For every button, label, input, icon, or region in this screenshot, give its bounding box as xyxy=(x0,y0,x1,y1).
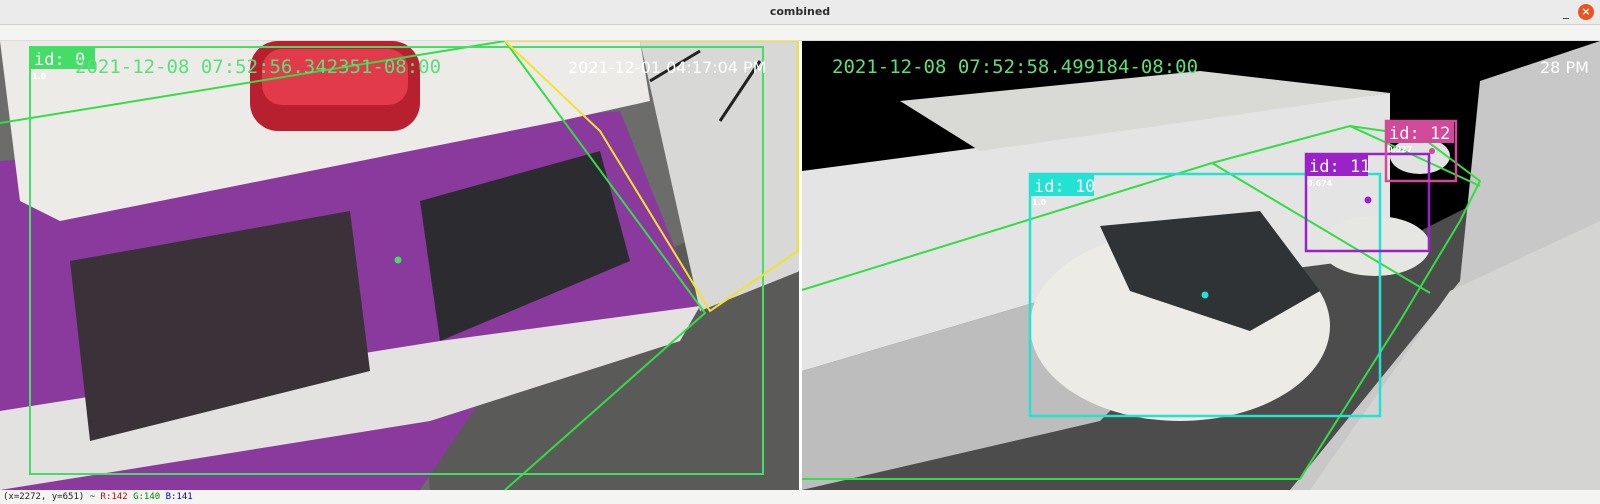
track-score-12: 0.927 xyxy=(1387,145,1412,154)
track-score-11: 0.674 xyxy=(1307,179,1333,188)
pixel-red: R:142 xyxy=(100,492,128,502)
timestamp-camera: 2021-12-01 04:17:04 PM xyxy=(568,58,766,77)
track-score-10: 1.0 xyxy=(1032,198,1047,207)
cursor-coords: (x=2272, y=651) ~ xyxy=(3,492,96,502)
track-center-dot xyxy=(394,256,402,264)
image-viewer[interactable]: id: 0 1.0 2021-12-08 07:52:56.342351-08:… xyxy=(0,41,1600,490)
timestamp-main: 2021-12-08 07:52:56.342351-08:00 xyxy=(75,56,441,78)
track-center-dot-11 xyxy=(1364,196,1372,204)
close-button[interactable]: × xyxy=(1578,4,1594,20)
left-camera-frame: id: 0 1.0 2021-12-08 07:52:56.342351-08:… xyxy=(0,41,800,490)
pixel-blue: B:141 xyxy=(165,492,193,502)
timestamp-main-right: 2021-12-08 07:52:58.499184-08:00 xyxy=(832,56,1198,78)
track-center-dot-12 xyxy=(1429,148,1435,154)
track-id-label-12: id: 12 xyxy=(1389,124,1450,144)
track-score: 1.0 xyxy=(32,72,47,81)
track-id-label-11: id: 11 xyxy=(1309,157,1370,177)
minimize-button[interactable]: _ xyxy=(1558,4,1574,20)
track-center-dot-10 xyxy=(1201,291,1209,299)
timestamp-camera-right: 28 PM xyxy=(1540,58,1589,77)
window-title: combined xyxy=(769,5,831,18)
car-11 xyxy=(1320,216,1430,276)
status-bar: (x=2272, y=651) ~ R:142 G:140 B:141 xyxy=(0,490,1600,504)
title-bar: combined _ × xyxy=(0,0,1600,25)
track-id-label-10: id: 10 xyxy=(1034,177,1095,197)
right-camera-frame: id: 10 1.0 id: 11 0.674 id: 12 0.927 202… xyxy=(801,41,1600,490)
pixel-green: G:140 xyxy=(133,492,161,502)
toolbar xyxy=(0,25,1600,41)
